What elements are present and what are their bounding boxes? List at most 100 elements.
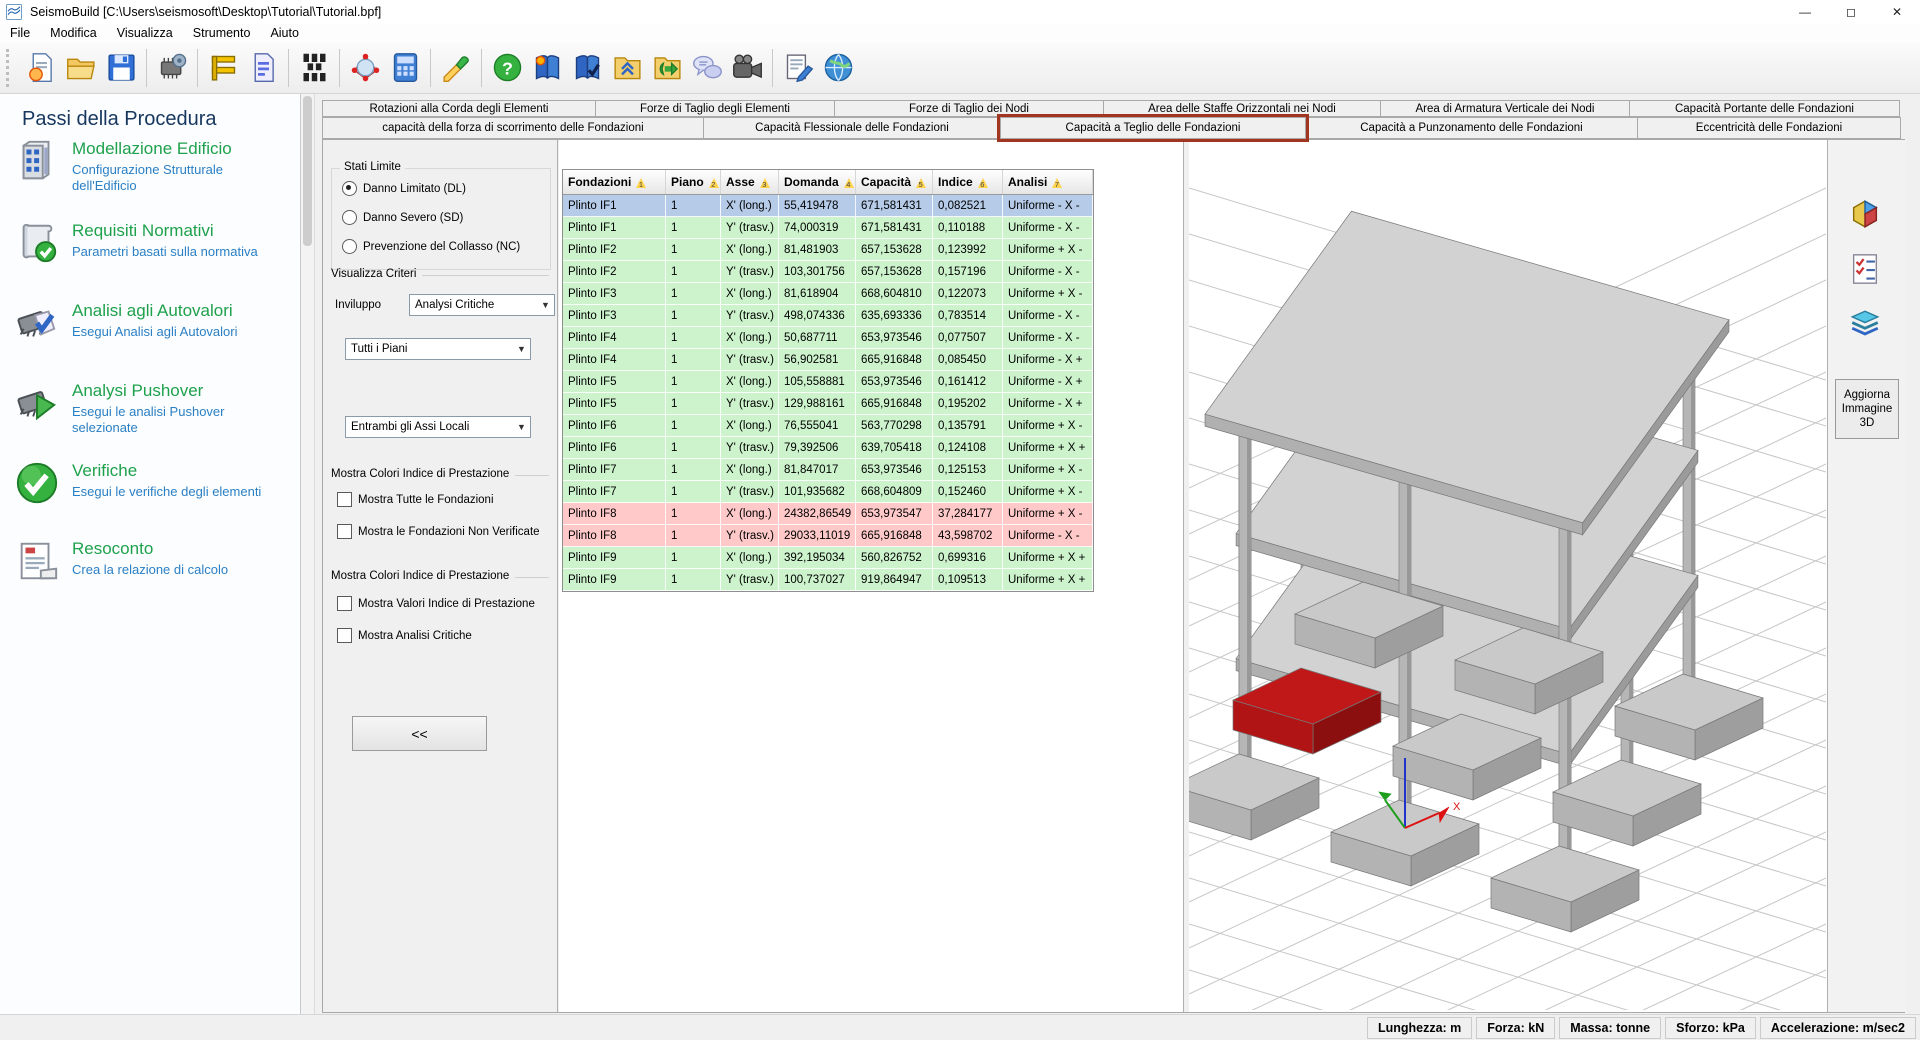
radio-danno-limitato-dl-[interactable]: Danno Limitato (DL)	[342, 181, 466, 196]
processor-settings-button[interactable]	[152, 47, 192, 89]
table-row[interactable]: Plinto IF11Y' (trasv.)74,000319671,58143…	[563, 217, 1093, 239]
inviluppo-combobox[interactable]: Analysi Critiche ▼	[409, 294, 555, 316]
user-manual-button[interactable]	[567, 47, 607, 89]
sidebar-step-analysi-pushover[interactable]: Analysi PushoverEsegui le analisi Pushov…	[14, 380, 289, 436]
table-row[interactable]: Plinto IF41X' (long.)50,687711653,973546…	[563, 327, 1093, 349]
table-row[interactable]: Plinto IF91Y' (trasv.)100,737027919,8649…	[563, 569, 1093, 591]
tab-capacit-flessionale-delle-fondazioni[interactable]: Capacità Flessionale delle Fondazioni	[703, 117, 1001, 139]
sidebar-step-modellazione-edificio[interactable]: Modellazione EdificioConfigurazione Stru…	[14, 138, 289, 194]
table-row[interactable]: Plinto IF71Y' (trasv.)101,935682668,6048…	[563, 481, 1093, 503]
check-list-button[interactable]	[1848, 252, 1886, 290]
checkbox-mostra-le-fondazioni-non-verificate[interactable]: Mostra le Fondazioni Non Verificate	[337, 524, 540, 539]
table-row[interactable]: Plinto IF91X' (long.)392,195034560,82675…	[563, 547, 1093, 569]
collapse-panel-button[interactable]: <<	[352, 716, 487, 751]
tab-capacit-della-forza-di-scorrimento-delle[interactable]: capacità della forza di scorrimento dell…	[322, 117, 704, 139]
table-row[interactable]: Plinto IF81X' (long.)24382,86549653,9735…	[563, 503, 1093, 525]
step-link[interactable]: Esegui Analisi agli Autovalori	[72, 324, 284, 340]
new-project-button[interactable]	[21, 47, 61, 89]
tab-capacit-portante-delle-fondazioni[interactable]: Capacità Portante delle Fondazioni	[1629, 100, 1900, 117]
tab-forze-di-taglio-degli-elementi[interactable]: Forze di Taglio degli Elementi	[595, 100, 835, 117]
building-modeller-button[interactable]	[203, 47, 243, 89]
help-button[interactable]: ?	[487, 47, 527, 89]
checkbox-icon[interactable]	[337, 596, 352, 611]
table-row[interactable]: Plinto IF81Y' (trasv.)29033,11019665,916…	[563, 525, 1093, 547]
sidebar-scrollbar[interactable]	[301, 94, 315, 1014]
column-header-analisi[interactable]: Analisi7	[1003, 170, 1093, 194]
column-header-asse[interactable]: Asse3	[721, 170, 779, 194]
column-header-domanda[interactable]: Domanda4	[779, 170, 856, 194]
table-row[interactable]: Plinto IF21Y' (trasv.)103,301756657,1536…	[563, 261, 1093, 283]
eigenvalue-analysis-button[interactable]	[345, 47, 385, 89]
tab-area-di-armatura-verticale-dei-nodi[interactable]: Area di Armatura Verticale dei Nodi	[1380, 100, 1630, 117]
open-project-button[interactable]	[61, 47, 101, 89]
checkbox-mostra-tutte-le-fondazioni[interactable]: Mostra Tutte le Fondazioni	[337, 492, 494, 507]
video-tutorials-button[interactable]	[727, 47, 767, 89]
step-link[interactable]: Configurazione Strutturale dell'Edificio	[72, 162, 284, 194]
menu-strumento[interactable]: Strumento	[183, 25, 261, 41]
structural-configuration-button[interactable]	[294, 47, 334, 89]
assi-combobox[interactable]: Entrambi gli Assi Locali ▼	[345, 416, 531, 438]
piani-combobox[interactable]: Tutti i Piani ▼	[345, 338, 531, 360]
menu-modifica[interactable]: Modifica	[40, 25, 107, 41]
pushover-analysis-button[interactable]	[385, 47, 425, 89]
tab-area-delle-staffe-orizzontali-nei-nodi[interactable]: Area delle Staffe Orizzontali nei Nodi	[1103, 100, 1381, 117]
code-requirements-button[interactable]	[243, 47, 283, 89]
table-row[interactable]: Plinto IF31X' (long.)81,618904668,604810…	[563, 283, 1093, 305]
checkbox-icon[interactable]	[337, 524, 352, 539]
tab-rotazioni-alla-corda-degli-elementi[interactable]: Rotazioni alla Corda degli Elementi	[322, 100, 596, 117]
checks-brush-button[interactable]	[436, 47, 476, 89]
website-button[interactable]	[818, 47, 858, 89]
radio-danno-severo-sd-[interactable]: Danno Severo (SD)	[342, 210, 463, 225]
layers-button[interactable]	[1848, 307, 1886, 345]
save-project-button[interactable]	[101, 47, 141, 89]
viewer-3d[interactable]: X	[1189, 140, 1828, 1012]
table-row[interactable]: Plinto IF51Y' (trasv.)129,988161665,9168…	[563, 393, 1093, 415]
checkbox-mostra-valori-indice-di-prestazione[interactable]: Mostra Valori Indice di Prestazione	[337, 596, 535, 611]
import-folder-button[interactable]	[607, 47, 647, 89]
forum-button[interactable]	[687, 47, 727, 89]
sidebar-step-resoconto[interactable]: ResocontoCrea la relazione di calcolo	[14, 538, 289, 584]
sidebar-step-verifiche[interactable]: VerificheEsegui le verifiche degli eleme…	[14, 460, 289, 506]
table-row[interactable]: Plinto IF11X' (long.)55,419478671,581431…	[563, 195, 1093, 217]
export-folder-button[interactable]	[647, 47, 687, 89]
tab-eccentricit-delle-fondazioni[interactable]: Eccentricità delle Fondazioni	[1637, 117, 1901, 139]
step-link[interactable]: Esegui le analisi Pushover selezionate	[72, 404, 284, 436]
column-header-indice[interactable]: Indice6	[933, 170, 1003, 194]
table-row[interactable]: Plinto IF41Y' (trasv.)56,902581665,91684…	[563, 349, 1093, 371]
menu-visualizza[interactable]: Visualizza	[107, 25, 183, 41]
checkbox-icon[interactable]	[337, 492, 352, 507]
checkbox-icon[interactable]	[337, 628, 352, 643]
maximize-button[interactable]: ◻	[1828, 0, 1874, 24]
table-row[interactable]: Plinto IF61X' (long.)76,555041563,770298…	[563, 415, 1093, 437]
close-button[interactable]: ✕	[1874, 0, 1920, 24]
view-3d-button[interactable]	[1848, 197, 1886, 235]
table-row[interactable]: Plinto IF51X' (long.)105,558881653,97354…	[563, 371, 1093, 393]
radio-icon[interactable]	[342, 210, 357, 225]
radio-icon[interactable]	[342, 181, 357, 196]
radio-prevenzione-del-collasso-nc-[interactable]: Prevenzione del Collasso (NC)	[342, 239, 520, 254]
table-row[interactable]: Plinto IF31Y' (trasv.)498,074336635,6933…	[563, 305, 1093, 327]
menu-file[interactable]: File	[0, 25, 40, 41]
sidebar-scrollbar-thumb[interactable]	[303, 96, 312, 246]
column-header-capacità[interactable]: Capacità5	[856, 170, 933, 194]
minimize-button[interactable]: ―	[1782, 0, 1828, 24]
menu-aiuto[interactable]: Aiuto	[260, 25, 309, 41]
checkbox-mostra-analisi-critiche[interactable]: Mostra Analisi Critiche	[337, 628, 472, 643]
tab-capacit-a-punzonamento-delle-fondazioni[interactable]: Capacità a Punzonamento delle Fondazioni	[1305, 117, 1638, 139]
column-header-fondazioni[interactable]: Fondazioni1	[563, 170, 666, 194]
update-3d-image-button[interactable]: Aggiorna Immagine 3D	[1835, 379, 1899, 439]
column-header-piano[interactable]: Piano2	[666, 170, 721, 194]
sidebar-step-requisiti-normativi[interactable]: Requisiti NormativiParametri basati sull…	[14, 220, 289, 266]
report-editor-button[interactable]	[778, 47, 818, 89]
table-row[interactable]: Plinto IF71X' (long.)81,847017653,973546…	[563, 459, 1093, 481]
radio-icon[interactable]	[342, 239, 357, 254]
tutorial-book-button[interactable]	[527, 47, 567, 89]
tab-forze-di-taglio-dei-nodi[interactable]: Forze di Taglio dei Nodi	[834, 100, 1104, 117]
table-row[interactable]: Plinto IF61Y' (trasv.)79,392506639,70541…	[563, 437, 1093, 459]
step-link[interactable]: Crea la relazione di calcolo	[72, 562, 284, 578]
step-link[interactable]: Parametri basati sulla normativa	[72, 244, 284, 260]
tab-capacit-a-teglio-delle-fondazioni[interactable]: Capacità a Teglio delle Fondazioni	[1000, 117, 1306, 139]
table-row[interactable]: Plinto IF21X' (long.)81,481903657,153628…	[563, 239, 1093, 261]
step-link[interactable]: Esegui le verifiche degli elementi	[72, 484, 284, 500]
sidebar-step-analisi-agli-autovalori[interactable]: Analisi agli AutovaloriEsegui Analisi ag…	[14, 300, 289, 346]
